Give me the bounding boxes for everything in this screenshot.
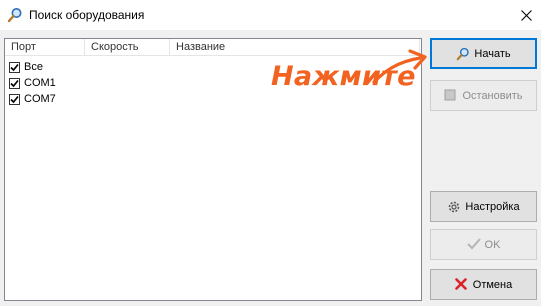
annotation-label: Нажмите <box>271 61 416 92</box>
stop-button[interactable]: Остановить <box>430 80 537 111</box>
checkbox-all[interactable] <box>9 61 20 73</box>
settings-button[interactable]: Настройка <box>430 191 537 222</box>
checkbox-com7[interactable] <box>9 93 20 105</box>
close-icon <box>520 9 532 21</box>
settings-button-label: Настройка <box>465 200 520 213</box>
cancel-button-label: Отмена <box>472 278 513 291</box>
window-title: Поиск оборудования <box>29 8 145 22</box>
column-header-speed[interactable]: Скорость <box>85 39 170 55</box>
ok-button[interactable]: OK <box>430 229 537 260</box>
list-item[interactable]: Все <box>9 59 43 75</box>
start-button[interactable]: Начать <box>430 38 537 69</box>
port-label: COM1 <box>24 77 56 89</box>
red-x-icon <box>454 277 469 292</box>
close-button[interactable] <box>511 0 541 30</box>
cancel-button[interactable]: Отмена <box>430 269 537 300</box>
list-item[interactable]: COM7 <box>9 91 56 107</box>
checkmark-icon <box>10 63 19 71</box>
start-button-label: Начать <box>474 47 511 60</box>
checkmark-icon <box>10 95 19 103</box>
list-header: Порт Скорость Название <box>5 39 421 56</box>
magnifier-icon <box>7 7 23 23</box>
list-item[interactable]: COM1 <box>9 75 56 91</box>
checkmark-icon <box>10 79 19 87</box>
stop-button-label: Остановить <box>462 89 523 102</box>
gear-icon <box>447 200 461 214</box>
column-header-port[interactable]: Порт <box>5 39 85 55</box>
port-label: COM7 <box>24 93 56 105</box>
magnifier-icon <box>456 47 470 61</box>
port-label: Все <box>24 61 43 73</box>
checkbox-com1[interactable] <box>9 77 20 89</box>
stop-icon <box>444 89 458 103</box>
title-bar: Поиск оборудования <box>0 0 541 30</box>
checkmark-icon <box>466 237 481 252</box>
ok-button-label: OK <box>484 238 501 251</box>
